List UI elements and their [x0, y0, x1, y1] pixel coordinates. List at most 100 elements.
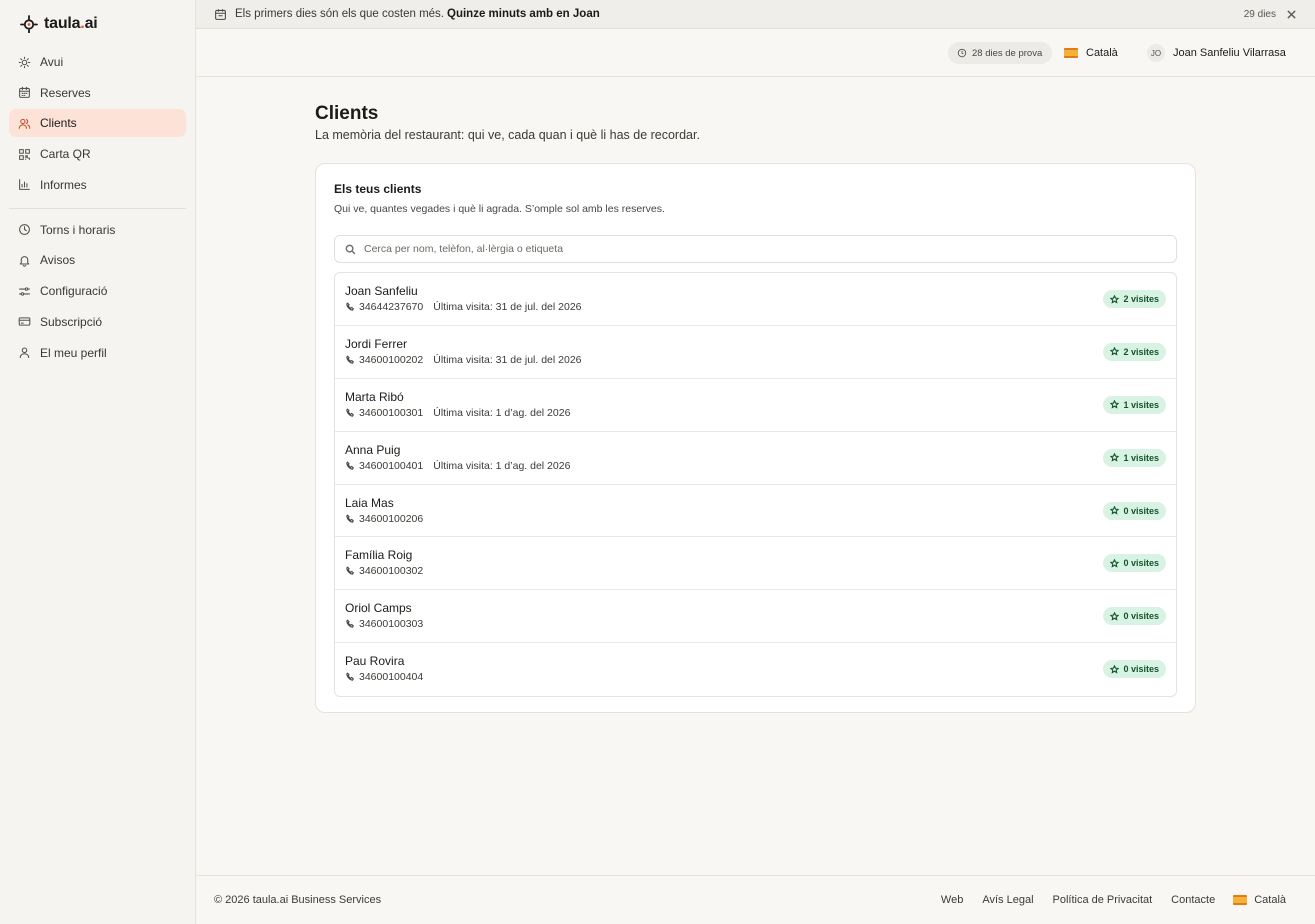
client-last-visit: Última visita: 1 d’ag. del 2026	[433, 406, 571, 419]
phone-icon	[346, 672, 354, 682]
footer-link-avis-legal[interactable]: Avís Legal	[982, 894, 1033, 906]
visits-badge: 1 visites	[1103, 395, 1166, 414]
qr-icon	[19, 148, 30, 160]
sidebar-item-label: Clients	[40, 116, 77, 131]
client-phone: 34644237670	[359, 301, 424, 313]
close-icon[interactable]	[1286, 9, 1297, 20]
client-phone: 34600100404	[359, 671, 424, 684]
banner-text: Els primers dies són els que costen més.	[235, 8, 445, 20]
visits-count: 1 visites	[1123, 399, 1159, 410]
sidebar-item-label: El meu perfil	[40, 345, 107, 360]
search-input[interactable]	[364, 243, 1144, 255]
visits-badge: 0 visites	[1103, 554, 1166, 573]
client-meta: 34600100401 Última visita: 1 d’ag. del 20…	[345, 460, 570, 472]
client-last-visit: Última visita: 31 de jul. del 2026	[433, 353, 582, 366]
visits-count: 1 visites	[1123, 452, 1159, 463]
clock-icon	[19, 224, 30, 236]
sidebar-item-label: Avui	[40, 55, 64, 69]
phone-icon	[346, 355, 354, 364]
search-icon	[345, 244, 356, 254]
client-meta: 34600100206	[345, 513, 423, 525]
phone-icon	[346, 408, 354, 417]
client-phone: 34600100401	[359, 459, 424, 472]
visits-badge: 0 visites	[1103, 501, 1166, 520]
sidebar-item-reserves[interactable]: Reserves	[9, 79, 186, 107]
star-icon	[1110, 558, 1120, 568]
client-name: Marta Ribó	[345, 389, 404, 404]
client-meta: 34644237670 Última visita: 31 de jul. del…	[345, 301, 582, 313]
visits-count: 0 visites	[1123, 611, 1159, 622]
footer-link-politica-privacitat[interactable]: Política de Privacitat	[1053, 894, 1153, 906]
star-icon	[1110, 347, 1120, 356]
phone-icon	[346, 302, 354, 311]
client-name: Laia Mas	[345, 495, 394, 510]
sidebar-item-label: Subscripció	[40, 314, 103, 329]
client-meta: 34600100301 Última visita: 1 d’ag. del 20…	[345, 407, 570, 419]
footer-language-label: Català	[1254, 894, 1286, 906]
bar-chart-icon	[19, 179, 30, 191]
sidebar-item-label: Informes	[40, 177, 87, 192]
sidebar-item-subscripcio[interactable]: Subscripció	[9, 308, 186, 336]
sidebar-item-informes[interactable]: Informes	[9, 171, 186, 199]
footer: © 2026 taula.ai Business Services Web Av…	[196, 875, 1315, 924]
phone-icon	[346, 566, 354, 576]
client-list: Joan Sanfeliu 34644237670 Última visita: 3…	[334, 272, 1177, 698]
footer-link-web[interactable]: Web	[941, 894, 963, 906]
sidebar: taula.ai Avui Reserves Clients Carta QR …	[0, 0, 196, 924]
users-icon	[18, 118, 31, 129]
sidebar-item-el-meu-perfil[interactable]: El meu perfil	[9, 339, 186, 367]
client-row[interactable]: Laia Mas 34600100206 0 visites	[335, 485, 1176, 538]
visits-count: 0 visites	[1123, 505, 1159, 516]
sidebar-item-label: Reserves	[40, 85, 91, 100]
client-row[interactable]: Marta Ribó 34600100301 Última visita: 1 d’…	[335, 379, 1176, 432]
card-subtitle: Qui ve, quantes vegades i què li agrada.…	[334, 203, 665, 215]
client-row[interactable]: Oriol Camps 34600100303 0 visites	[335, 590, 1176, 644]
client-row[interactable]: Pau Rovira 34600100404 0 visites	[335, 643, 1176, 696]
sidebar-item-carta-qr[interactable]: Carta QR	[9, 140, 186, 168]
sidebar-item-torns-i-horaris[interactable]: Torns i horaris	[9, 216, 186, 244]
catalan-flag-icon	[1064, 48, 1078, 58]
sidebar-item-label: Torns i horaris	[40, 222, 116, 237]
client-phone: 34600100302	[359, 565, 424, 578]
search-field[interactable]	[334, 235, 1177, 263]
star-icon	[1110, 664, 1120, 674]
client-name: Jordi Ferrer	[345, 336, 408, 351]
language-label: Català	[1086, 47, 1118, 59]
language-selector[interactable]: Català	[1064, 42, 1118, 64]
client-phone: 34600100301	[359, 406, 424, 419]
footer-copyright: © 2026 taula.ai Business Services	[214, 894, 382, 906]
clock-icon	[957, 48, 967, 58]
client-name: Pau Rovira	[345, 654, 405, 669]
calendar-icon	[215, 8, 226, 20]
client-row[interactable]: Jordi Ferrer 34600100202 Última visita: 31…	[335, 326, 1176, 379]
bell-icon	[19, 256, 30, 267]
phone-icon	[346, 619, 354, 629]
sidebar-item-avisos[interactable]: Avisos	[9, 246, 186, 274]
footer-link-contacte[interactable]: Contacte	[1171, 894, 1215, 906]
visits-count: 2 visites	[1123, 346, 1159, 357]
client-meta: 34600100303	[345, 618, 423, 630]
user-menu-button[interactable]: JO Joan Sanfeliu Vilarrasa	[1147, 41, 1286, 65]
footer-language-selector[interactable]: Català	[1233, 894, 1286, 906]
client-row[interactable]: Joan Sanfeliu 34644237670 Última visita: 3…	[335, 273, 1176, 326]
client-row[interactable]: Anna Puig 34600100401 Última visita: 1 d’a…	[335, 432, 1176, 485]
avatar: JO	[1147, 44, 1165, 62]
client-meta: 34600100404	[345, 671, 423, 683]
logo-icon	[20, 15, 38, 33]
client-row[interactable]: Família Roig 34600100302 0 visites	[335, 537, 1176, 591]
client-name: Oriol Camps	[345, 601, 412, 616]
phone-icon	[346, 461, 354, 470]
banner-days-left: 29 dies	[1243, 9, 1276, 20]
settings-icon	[19, 286, 30, 296]
sidebar-item-avui[interactable]: Avui	[9, 48, 186, 76]
trial-status-badge[interactable]: 28 dies de prova	[948, 42, 1053, 64]
page-subtitle: La memòria del restaurant: qui ve, cada …	[315, 128, 700, 142]
sidebar-item-clients[interactable]: Clients	[9, 109, 186, 138]
sidebar-item-configuracio[interactable]: Configuració	[9, 277, 186, 305]
sidebar-nav: Avui Reserves Clients Carta QR Informes …	[9, 48, 186, 369]
brand-logo[interactable]: taula.ai	[20, 14, 98, 34]
sidebar-item-label: Carta QR	[40, 147, 91, 162]
client-last-visit: Última visita: 31 de jul. del 2026	[433, 301, 582, 313]
sidebar-divider	[9, 207, 186, 209]
banner-cta-link[interactable]: Quinze minuts amb en Joan	[447, 8, 600, 20]
